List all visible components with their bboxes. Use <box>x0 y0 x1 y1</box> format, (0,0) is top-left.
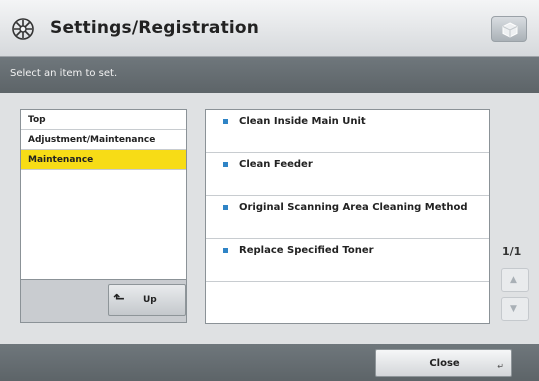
breadcrumb-item-adjustment-maintenance[interactable]: Adjustment/Maintenance <box>21 130 186 150</box>
bullet-icon <box>223 248 228 253</box>
list-item[interactable]: Replace Specified Toner <box>206 239 489 282</box>
page-title: Settings/Registration <box>50 18 260 38</box>
up-button-label: Up <box>143 295 157 305</box>
return-arrow-icon: ⬑ <box>113 291 125 307</box>
close-button-label: Close <box>429 358 460 369</box>
footer-bar: Close ↵ <box>0 344 539 381</box>
header-bar: Settings/Registration <box>0 0 539 57</box>
instruction-bar: Select an item to set. <box>0 57 539 93</box>
scroll-up-icon: ▲ <box>510 275 517 285</box>
breadcrumb-footer: ⬑ Up <box>20 280 187 323</box>
list-item-label: Original Scanning Area Cleaning Method <box>239 202 468 213</box>
breadcrumb-item-maintenance[interactable]: Maintenance <box>21 150 186 170</box>
cube-icon <box>502 22 518 38</box>
close-button[interactable]: Close ↵ <box>375 349 512 377</box>
main-area: Top Adjustment/Maintenance Maintenance ⬑… <box>0 93 539 344</box>
bullet-icon <box>223 119 228 124</box>
list-item[interactable]: Clean Feeder <box>206 153 489 196</box>
list-item-label: Clean Inside Main Unit <box>239 116 366 127</box>
settings-gear-icon <box>12 18 34 40</box>
bullet-icon <box>223 162 228 167</box>
breadcrumb-item-top[interactable]: Top <box>21 110 186 130</box>
up-button[interactable]: ⬑ Up <box>108 284 186 316</box>
scroll-up-button[interactable]: ▲ <box>501 268 529 292</box>
enter-icon: ↵ <box>497 362 504 371</box>
item-list: Clean Inside Main Unit Clean Feeder Orig… <box>205 109 490 324</box>
instruction-text: Select an item to set. <box>10 68 118 79</box>
header-action-button[interactable] <box>491 16 527 42</box>
scroll-down-button[interactable]: ▼ <box>501 297 529 321</box>
scroll-down-icon: ▼ <box>510 304 517 314</box>
list-item-label: Clean Feeder <box>239 159 313 170</box>
screen: Settings/Registration Select an item to … <box>0 0 539 381</box>
list-item[interactable]: Clean Inside Main Unit <box>206 110 489 153</box>
breadcrumb: Top Adjustment/Maintenance Maintenance <box>20 109 187 280</box>
bullet-icon <box>223 205 228 210</box>
list-item-label: Replace Specified Toner <box>239 245 374 256</box>
page-indicator: 1/1 <box>502 245 522 258</box>
list-item[interactable]: Original Scanning Area Cleaning Method <box>206 196 489 239</box>
